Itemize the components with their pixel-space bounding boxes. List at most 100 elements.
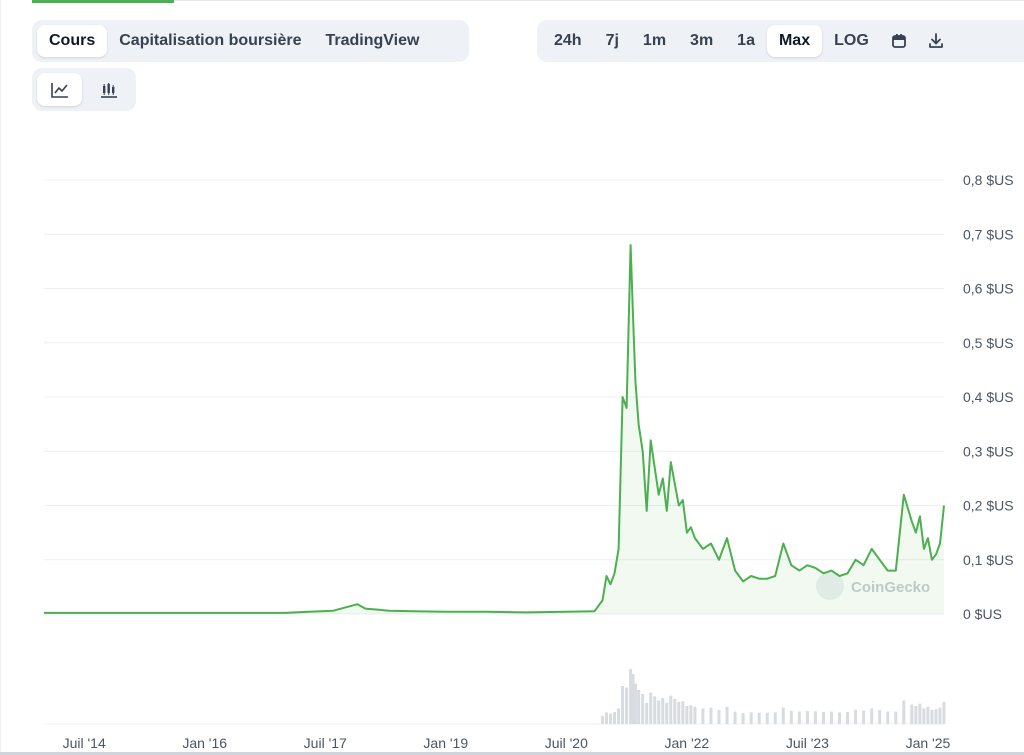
volume-bar	[617, 708, 621, 724]
y-tick-label: 0,8 $US	[963, 172, 1014, 188]
range-tabs: 24h 7j 1m 3m 1a Max LOG	[537, 20, 1024, 62]
range-max[interactable]: Max	[766, 25, 823, 57]
volume-bar	[930, 710, 934, 724]
volume-bar	[693, 706, 697, 724]
volume-bar	[910, 704, 914, 724]
range-24h[interactable]: 24h	[542, 25, 594, 57]
volume-bar	[878, 710, 882, 724]
y-tick-label: 0,6 $US	[963, 281, 1014, 297]
range-7j[interactable]: 7j	[594, 25, 631, 57]
volume-bar	[918, 703, 922, 724]
volume-bar	[821, 712, 825, 724]
volume-bar	[637, 690, 641, 724]
active-tab-indicator	[32, 0, 174, 3]
chart-grid	[44, 179, 944, 725]
y-tick-label: 0,4 $US	[963, 389, 1014, 405]
volume-bar	[922, 708, 926, 724]
tab-tradingview[interactable]: TradingView	[314, 25, 432, 57]
volume-bar	[894, 711, 898, 724]
y-tick-label: 0 $US	[963, 606, 1002, 622]
volume-bar	[621, 686, 625, 724]
x-axis: Juil '14 Jan '16 Juil '17 Jan '19 Juil '20 Ja…	[63, 735, 951, 751]
x-tick-label: Juil '23	[786, 735, 829, 751]
volume-bar	[813, 711, 817, 724]
range-1m[interactable]: 1m	[631, 25, 678, 57]
y-tick-label: 0,1 $US	[963, 552, 1014, 568]
volume-bar	[717, 710, 721, 724]
volume-bar	[685, 706, 689, 724]
y-tick-label: 0,5 $US	[963, 335, 1014, 351]
range-1a[interactable]: 1a	[725, 25, 767, 57]
volume-bar	[773, 712, 777, 724]
log-scale-toggle[interactable]: LOG	[822, 25, 881, 57]
volume-bar	[733, 711, 737, 724]
volume-bar	[854, 710, 858, 724]
volume-bar	[757, 712, 761, 724]
volume-bar	[797, 711, 801, 724]
volume-bar	[661, 698, 665, 724]
y-tick-label: 0,3 $US	[963, 443, 1014, 459]
chart-view-toggle	[32, 68, 136, 111]
y-tick-label: 0,2 $US	[963, 498, 1014, 514]
x-tick-label: Juil '14	[63, 735, 106, 751]
price-chart[interactable]: CoinGecko 0 $US0,1 $US0,2 $US0,3 $US0,4 …	[0, 150, 1024, 755]
candlestick-chart-icon[interactable]	[86, 73, 131, 106]
x-tick-label: Jan '25	[906, 735, 951, 751]
volume-bar	[938, 707, 942, 724]
volume-bar	[789, 710, 793, 724]
x-tick-label: Juil '17	[304, 735, 347, 751]
volume-bar	[657, 700, 661, 724]
volume-bar	[701, 708, 705, 724]
volume-bar	[926, 706, 930, 724]
y-tick-label: 0,7 $US	[963, 226, 1014, 242]
volume-bar	[677, 702, 681, 724]
volume-bar	[641, 694, 645, 724]
price-area	[44, 245, 944, 614]
volume-bar	[669, 695, 673, 724]
volume-bar	[870, 708, 874, 724]
volume-bar	[846, 712, 850, 724]
volume-bar	[665, 702, 669, 724]
volume-bar	[741, 713, 745, 724]
volume-bar	[709, 707, 713, 724]
volume-bar	[838, 712, 842, 724]
volume-bar	[781, 707, 785, 724]
y-axis: 0 $US 0,1 $US 0,2 $US 0,3 $US 0,4 $US 0,5 $US…	[963, 172, 1014, 622]
volume-bar	[600, 716, 604, 724]
line-chart-icon[interactable]	[37, 73, 82, 106]
volume-bar	[765, 712, 769, 724]
volume-bar	[902, 700, 906, 724]
volume-bar	[914, 706, 918, 724]
volume-bar	[653, 696, 657, 724]
range-3m[interactable]: 3m	[678, 25, 725, 57]
volume-bar	[934, 709, 938, 724]
volume-bar	[649, 692, 653, 724]
volume-bars	[600, 669, 946, 724]
volume-bar	[645, 702, 649, 724]
volume-bar	[625, 687, 629, 724]
volume-bar	[673, 698, 677, 724]
volume-bar	[830, 711, 833, 724]
volume-bar	[942, 702, 946, 724]
volume-bar	[749, 712, 753, 724]
volume-bar	[805, 710, 809, 724]
x-tick-label: Juil '20	[545, 735, 588, 751]
volume-bar	[609, 713, 613, 724]
volume-bar	[605, 712, 608, 724]
volume-bar	[886, 711, 890, 724]
download-icon[interactable]	[917, 25, 955, 57]
metric-tabs: Cours Capitalisation boursière TradingVi…	[32, 20, 469, 62]
tab-capitalisation[interactable]: Capitalisation boursière	[107, 25, 313, 57]
volume-bar	[689, 705, 693, 724]
x-tick-label: Jan '19	[423, 735, 468, 751]
volume-bar	[613, 712, 617, 724]
volume-bar	[862, 710, 866, 724]
volume-bar	[681, 701, 685, 724]
calendar-icon[interactable]	[881, 25, 917, 57]
volume-bar	[633, 683, 637, 724]
x-tick-label: Jan '16	[182, 735, 227, 751]
tab-cours[interactable]: Cours	[37, 25, 108, 57]
price-line	[44, 244, 945, 614]
volume-bar	[725, 706, 729, 724]
top-divider	[174, 0, 1024, 1]
